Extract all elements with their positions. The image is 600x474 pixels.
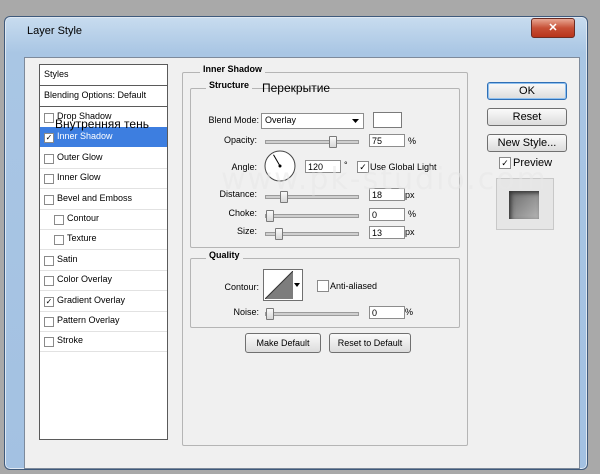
style-item-label: Gradient Overlay [57, 294, 126, 305]
size-label: Size: [236, 226, 257, 236]
size-slider-thumb[interactable] [274, 228, 283, 240]
style-item-stroke[interactable]: Stroke [40, 331, 167, 353]
ok-button[interactable]: OK [487, 82, 567, 100]
style-item-gradient-overlay[interactable]: ✓ Gradient Overlay [40, 291, 167, 312]
noise-label: Noise: [233, 307, 259, 317]
inner-shadow-title: Inner Shadow [200, 64, 266, 74]
choke-label: Choke: [228, 208, 257, 218]
style-item-checkbox[interactable]: ✓ [44, 133, 54, 144]
annotation-inner-shadow: Внутренняя тень [55, 117, 149, 131]
style-item-checkbox[interactable] [54, 235, 64, 246]
style-item-bevel-and-emboss[interactable]: Bevel and Emboss [40, 189, 167, 210]
style-item-color-overlay[interactable]: Color Overlay [40, 270, 167, 292]
style-item-label: Stroke [57, 335, 84, 346]
quality-group [190, 258, 460, 328]
style-item-checkbox[interactable] [44, 113, 54, 123]
watermark: www.pk-studio.com [221, 162, 548, 197]
window-title: Layer Style [27, 25, 83, 37]
close-icon: ✕ [548, 22, 558, 34]
style-item-checkbox[interactable] [44, 194, 54, 205]
shadow-color-swatch[interactable] [373, 112, 402, 128]
style-item-contour[interactable]: Contour [40, 209, 167, 230]
size-input[interactable]: 13 [369, 226, 405, 239]
style-item-checkbox[interactable] [44, 153, 54, 164]
size-slider[interactable] [265, 228, 359, 240]
style-item-satin[interactable]: Satin [40, 250, 167, 271]
style-item-label: Contour [67, 213, 100, 223]
opacity-input[interactable]: 75 [369, 134, 405, 147]
noise-input[interactable]: 0 [369, 306, 405, 319]
opacity-slider-thumb[interactable] [329, 136, 337, 148]
new-style-button[interactable]: New Style... [487, 134, 567, 152]
style-item-inner-glow[interactable]: Inner Glow [40, 168, 167, 190]
contour-picker[interactable] [263, 269, 303, 301]
styles-header-label: Styles [44, 69, 69, 79]
style-item-checkbox[interactable] [54, 215, 64, 225]
reset-button[interactable]: Reset [487, 108, 567, 126]
chevron-down-icon [352, 119, 359, 123]
style-item-checkbox[interactable] [44, 337, 54, 348]
style-item-label: Inner Glow [57, 172, 101, 183]
blend-mode-select[interactable]: Overlay [261, 113, 364, 129]
noise-slider-thumb[interactable] [266, 308, 274, 320]
make-default-button[interactable]: Make Default [245, 333, 321, 353]
style-item-label: Inner Shadow [57, 131, 113, 142]
style-item-label: Outer Glow [57, 151, 103, 162]
blending-options-label: Blending Options: Default [44, 90, 147, 100]
style-item-checkbox[interactable] [44, 317, 54, 327]
style-item-texture[interactable]: Texture [40, 229, 167, 251]
styles-header[interactable]: Styles [40, 65, 167, 86]
blend-mode-label: Blend Mode: [208, 115, 259, 125]
reset-to-default-button[interactable]: Reset to Default [329, 333, 411, 353]
title-bar[interactable]: Layer Style ✕ [5, 17, 587, 45]
quality-title: Quality [206, 250, 243, 260]
blending-options[interactable]: Blending Options: Default [40, 86, 167, 107]
blend-mode-value: Overlay [265, 115, 297, 125]
size-unit: px [405, 227, 415, 237]
noise-unit: % [405, 307, 414, 317]
choke-slider-thumb[interactable] [266, 210, 274, 222]
style-item-label: Satin [57, 253, 78, 264]
style-item-label: Color Overlay [57, 274, 113, 285]
style-item-pattern-overlay[interactable]: Pattern Overlay [40, 311, 167, 332]
style-item-checkbox[interactable] [44, 174, 54, 185]
style-item-label: Pattern Overlay [57, 315, 120, 325]
anti-aliased-label: Anti-aliased [330, 281, 378, 291]
style-item-checkbox[interactable]: ✓ [44, 296, 54, 307]
opacity-unit: % [408, 136, 417, 146]
anti-aliased-checkbox[interactable] [317, 280, 329, 292]
style-item-checkbox[interactable] [44, 255, 54, 266]
opacity-slider[interactable] [265, 136, 359, 148]
contour-label: Contour: [224, 282, 259, 292]
annotation-overlay: Перекрытие [262, 81, 331, 95]
style-item-label: Bevel and Emboss [57, 192, 133, 203]
style-item-outer-glow[interactable]: Outer Glow [40, 148, 167, 169]
style-item-label: Texture [67, 233, 97, 244]
style-item-checkbox[interactable] [44, 276, 54, 287]
chevron-down-icon [294, 283, 300, 287]
choke-input[interactable]: 0 [369, 208, 405, 221]
choke-unit: % [408, 209, 417, 219]
structure-title: Structure [206, 80, 253, 90]
close-button[interactable]: ✕ [531, 18, 575, 38]
choke-slider[interactable] [265, 210, 359, 222]
contour-preview-icon [265, 271, 293, 299]
noise-slider[interactable] [265, 308, 359, 320]
opacity-label: Opacity: [223, 135, 257, 145]
